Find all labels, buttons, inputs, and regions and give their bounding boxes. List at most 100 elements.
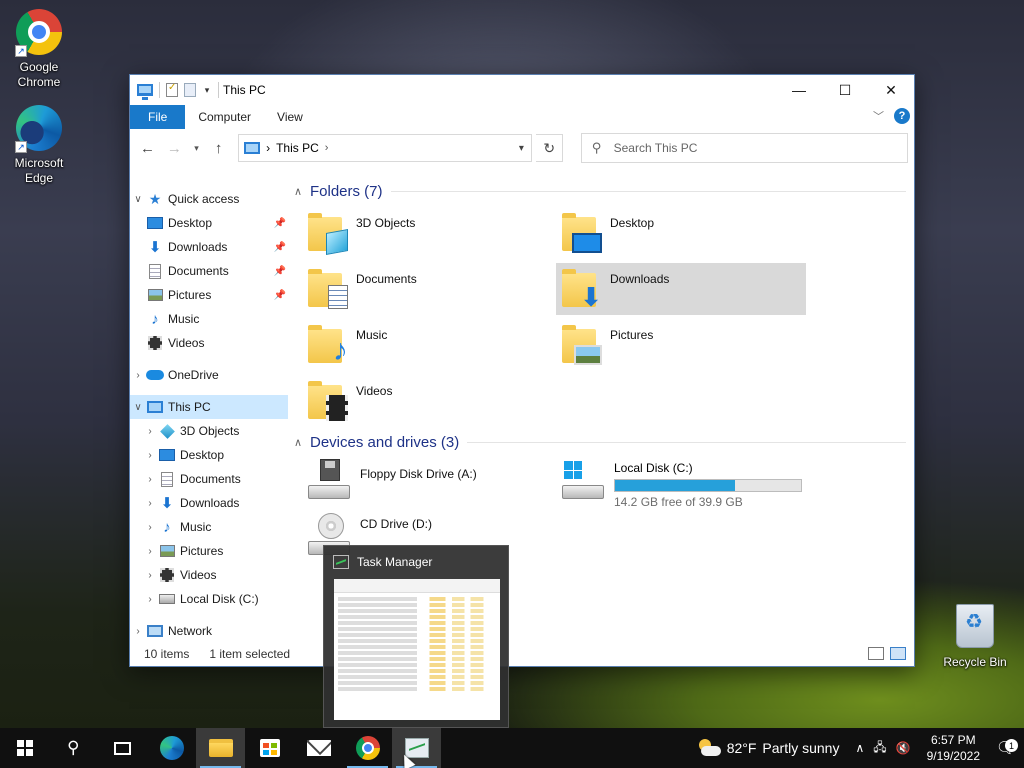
close-button[interactable]: ✕ [868,75,914,105]
expand-chevron-icon[interactable]: › [142,426,158,437]
taskbar: ⚲ 82°F Partly sunny ∧ 🖧 🔇 6:57 PM 9/19/2… [0,728,1024,768]
nav-item-network[interactable]: › Network [130,619,288,643]
picture-icon [159,545,175,557]
collapse-chevron-icon[interactable]: ∨ [130,402,146,413]
properties-icon[interactable] [166,82,178,97]
nav-item-pictures[interactable]: Pictures 📌 [130,283,288,307]
nav-item-quick-access[interactable]: ∨ ★ Quick access [130,187,288,211]
task-manager-thumbnail[interactable]: Task Manager [323,545,509,728]
taskbar-file-explorer[interactable] [196,728,245,768]
weather-condition: Partly sunny [762,740,840,756]
windows-logo-icon [16,740,33,756]
search-button[interactable]: ⚲ [49,728,98,768]
desktop-icon-recycle-bin[interactable]: Recycle Bin [938,602,1012,670]
forward-button[interactable]: → [163,136,186,160]
tab-view[interactable]: View [264,105,316,129]
shortcut-arrow-icon: ↗ [15,141,27,153]
nav-item-pc-pictures[interactable]: › Pictures [130,539,288,563]
nav-item-local-disk[interactable]: › Local Disk (C:) [130,587,288,611]
expand-chevron-icon[interactable]: › [142,546,158,557]
customize-toolbar-chevron-icon[interactable]: ▾ [202,85,212,96]
task-view-button[interactable] [98,728,147,768]
expand-chevron-icon[interactable]: › [130,370,146,381]
collapse-chevron-icon[interactable]: ∧ [294,185,310,198]
expand-ribbon-chevron-icon[interactable]: ﹀ [873,108,884,124]
network-icon[interactable]: 🖧 [873,738,886,759]
group-header-folders[interactable]: ∧ Folders (7) [294,181,906,201]
new-folder-icon[interactable] [184,83,196,97]
action-center-button[interactable]: 🗨 1 [988,738,1024,758]
nav-item-3d-objects[interactable]: › 3D Objects [130,419,288,443]
start-button[interactable] [0,728,49,768]
taskbar-store[interactable] [245,728,294,768]
taskbar-chrome[interactable] [343,728,392,768]
address-dropdown-chevron-icon[interactable]: ▾ [511,143,531,154]
expand-chevron-icon[interactable]: › [142,474,158,485]
desktop-icon-chrome[interactable]: ↗ Google Chrome [2,8,76,90]
nav-item-pc-downloads[interactable]: › ⬇ Downloads [130,491,288,515]
nav-item-pc-videos[interactable]: › Videos [130,563,288,587]
nav-item-onedrive[interactable]: › OneDrive [130,363,288,387]
breadcrumb-this-pc[interactable]: This PC [276,141,319,155]
expand-chevron-icon[interactable]: › [142,522,158,533]
task-manager-preview[interactable] [334,579,500,720]
folder-documents[interactable]: Documents [302,263,552,315]
desktop-icon-edge[interactable]: ↗ Microsoft Edge [2,104,76,186]
folder-desktop[interactable]: Desktop [556,207,806,259]
help-icon[interactable]: ? [894,108,910,124]
collapse-chevron-icon[interactable]: ∨ [130,194,146,205]
nav-item-pc-music[interactable]: › ♪ Music [130,515,288,539]
nav-item-pc-documents[interactable]: › Documents [130,467,288,491]
expand-chevron-icon[interactable]: › [142,594,158,605]
show-hidden-icons-chevron-icon[interactable]: ∧ [855,741,864,755]
folder-videos[interactable]: Videos [302,375,552,427]
crumb-separator[interactable]: › [266,141,270,155]
large-icons-view-button[interactable] [890,647,906,660]
back-button[interactable]: ← [136,136,159,160]
minimize-button[interactable]: — [776,75,822,105]
taskbar-mail[interactable] [294,728,343,768]
refresh-button[interactable]: ↻ [536,134,564,162]
nav-label: Downloads [180,496,240,510]
folder-music[interactable]: ♪ Music [302,319,552,371]
expand-chevron-icon[interactable]: › [142,498,158,509]
shortcut-arrow-icon: ↗ [15,45,27,57]
details-view-button[interactable] [868,647,884,660]
recent-locations-chevron-icon[interactable]: ▾ [190,136,203,160]
folder-pictures[interactable]: Pictures [556,319,806,371]
folder-name: Downloads [610,272,670,286]
nav-item-videos[interactable]: Videos [130,331,288,355]
nav-item-desktop[interactable]: Desktop 📌 [130,211,288,235]
up-button[interactable]: ↑ [207,136,230,160]
expand-chevron-icon[interactable]: › [142,570,158,581]
crumb-separator[interactable]: › [325,142,329,154]
search-input[interactable]: ⚲ Search This PC [581,133,909,163]
window-title: This PC [223,83,266,97]
drive-icon [159,594,175,604]
task-manager-icon [333,555,349,569]
nav-item-music[interactable]: ♪ Music [130,307,288,331]
weather-widget[interactable]: 82°F Partly sunny [689,739,848,757]
drive-local-c[interactable]: Local Disk (C:) 14.2 GB free of 39.9 GB [560,457,810,509]
volume-muted-icon[interactable]: 🔇 [896,741,911,755]
nav-item-pc-desktop[interactable]: › Desktop [130,443,288,467]
address-bar[interactable]: › This PC › ▾ [238,134,533,162]
folder-3d-objects[interactable]: 3D Objects [302,207,552,259]
tab-file[interactable]: File [130,105,186,129]
drive-floppy[interactable]: Floppy Disk Drive (A:) [306,457,556,509]
clock[interactable]: 6:57 PM 9/19/2022 [919,732,988,764]
folder-downloads[interactable]: ⬇ Downloads [556,263,806,315]
nav-item-this-pc[interactable]: ∨ This PC [130,395,288,419]
maximize-button[interactable]: ☐ [822,75,868,105]
collapse-chevron-icon[interactable]: ∧ [294,436,310,449]
nav-item-documents[interactable]: Documents 📌 [130,259,288,283]
nav-label: Local Disk (C:) [180,592,259,606]
title-bar[interactable]: ▾ This PC — ☐ ✕ [130,75,914,105]
expand-chevron-icon[interactable]: › [142,450,158,461]
group-header-drives[interactable]: ∧ Devices and drives (3) [294,432,906,452]
nav-item-downloads[interactable]: ⬇ Downloads 📌 [130,235,288,259]
taskbar-task-manager[interactable] [392,728,441,768]
tab-computer[interactable]: Computer [185,105,264,129]
expand-chevron-icon[interactable]: › [130,626,146,637]
taskbar-edge[interactable] [147,728,196,768]
